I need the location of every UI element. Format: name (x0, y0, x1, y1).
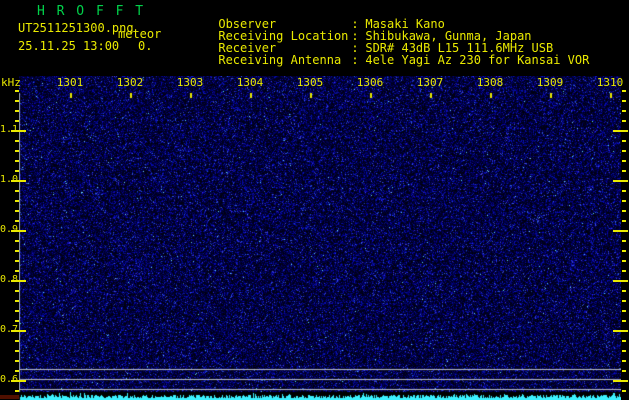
y-tick-label: 0.6 (0, 374, 19, 385)
y-tick-label: 1.1 (0, 124, 19, 135)
y-axis-tick-right (613, 330, 628, 332)
y-axis-tick-right (622, 260, 626, 262)
y-axis-tick-right (622, 120, 626, 122)
y-axis-tick-right (622, 150, 626, 152)
y-axis-tick (15, 320, 19, 322)
y-axis-tick (15, 310, 19, 312)
y-axis-tick (15, 360, 19, 362)
y-tick-label: 0.7 (0, 324, 19, 335)
y-axis-tick-right (622, 110, 626, 112)
x-tick-label: 1302 (116, 76, 144, 89)
y-axis-tick-right (622, 290, 626, 292)
y-axis-tick (15, 140, 19, 142)
y-axis-tick (15, 150, 19, 152)
x-tick-label: 1310 (596, 76, 624, 89)
x-tick-label: 1308 (476, 76, 504, 89)
y-axis-tick-right (613, 280, 628, 282)
y-axis-tick-right (622, 190, 626, 192)
y-axis-tick-right (622, 320, 626, 322)
receiver-info: Observer: Masaki Kano Receiving Location:… (175, 6, 625, 66)
y-axis-tick (15, 290, 19, 292)
y-axis-tick (15, 100, 19, 102)
y-tick-label: 1.0 (0, 174, 19, 185)
y-axis-tick (15, 90, 19, 92)
y-axis-tick-right (622, 90, 626, 92)
y-axis-tick-right (622, 350, 626, 352)
y-axis-unit-label: kHz (1, 76, 21, 89)
y-axis-tick (15, 270, 19, 272)
y-axis-tick (15, 170, 19, 172)
y-axis-tick-right (613, 130, 628, 132)
output-filename: UT2511251300.png (18, 21, 134, 35)
y-axis-tick-right (622, 170, 626, 172)
y-axis-tick (15, 350, 19, 352)
y-axis-tick-right (622, 270, 626, 272)
y-tick-label: 0.9 (0, 224, 19, 235)
y-axis-tick (15, 200, 19, 202)
x-tick-label: 1307 (416, 76, 444, 89)
y-axis-tick-right (622, 390, 626, 392)
x-tick-label: 1303 (176, 76, 204, 89)
y-axis-tick-right (622, 340, 626, 342)
y-axis-tick-right (613, 230, 628, 232)
y-axis-tick-right (622, 160, 626, 162)
info-row: Observer: Masaki Kano (175, 6, 625, 30)
x-tick-label: 1301 (56, 76, 84, 89)
hrofft-window: H R O F F T UT2511251300.png meteor 25.1… (0, 0, 629, 400)
x-tick-label: 1306 (356, 76, 384, 89)
y-axis-tick (15, 210, 19, 212)
y-axis-tick (15, 110, 19, 112)
x-tick-label: 1309 (536, 76, 564, 89)
y-axis-tick (15, 390, 19, 392)
y-axis-tick-right (613, 180, 628, 182)
y-axis-tick-right (622, 140, 626, 142)
info-label: Receiving Antenna (218, 53, 342, 67)
info-separator: : (351, 53, 359, 67)
y-axis-tick (15, 160, 19, 162)
y-axis-tick-right (622, 250, 626, 252)
y-axis-tick-right (622, 200, 626, 202)
y-axis-tick (15, 250, 19, 252)
y-axis-tick (15, 340, 19, 342)
observatory-name: meteor (118, 27, 162, 41)
spectrogram-canvas (19, 76, 621, 400)
y-axis-tick-right (613, 380, 628, 382)
y-axis-tick (15, 190, 19, 192)
observation-datetime: 25.11.25 13:00 (18, 39, 120, 53)
x-tick-label: 1304 (236, 76, 264, 89)
bottom-left-marker (0, 395, 19, 399)
y-axis-tick-right (622, 370, 626, 372)
x-tick-label: 1305 (296, 76, 324, 89)
y-axis-tick-right (622, 300, 626, 302)
y-axis-tick-right (622, 240, 626, 242)
y-axis-tick-right (622, 360, 626, 362)
y-axis-tick-right (622, 310, 626, 312)
y-axis-tick-right (622, 210, 626, 212)
y-axis-tick (15, 240, 19, 242)
y-axis-tick (15, 370, 19, 372)
y-axis-tick (15, 260, 19, 262)
y-axis-tick (15, 300, 19, 302)
y-axis-tick-right (622, 220, 626, 222)
y-axis-tick-right (622, 100, 626, 102)
echo-count: 0. (138, 39, 153, 53)
y-axis-tick (15, 220, 19, 222)
info-value: 4ele Yagi Az 230 for Kansai VOR (365, 53, 590, 67)
app-title: H R O F F T (37, 4, 146, 19)
y-axis-tick (15, 120, 19, 122)
y-tick-label: 0.8 (0, 274, 19, 285)
